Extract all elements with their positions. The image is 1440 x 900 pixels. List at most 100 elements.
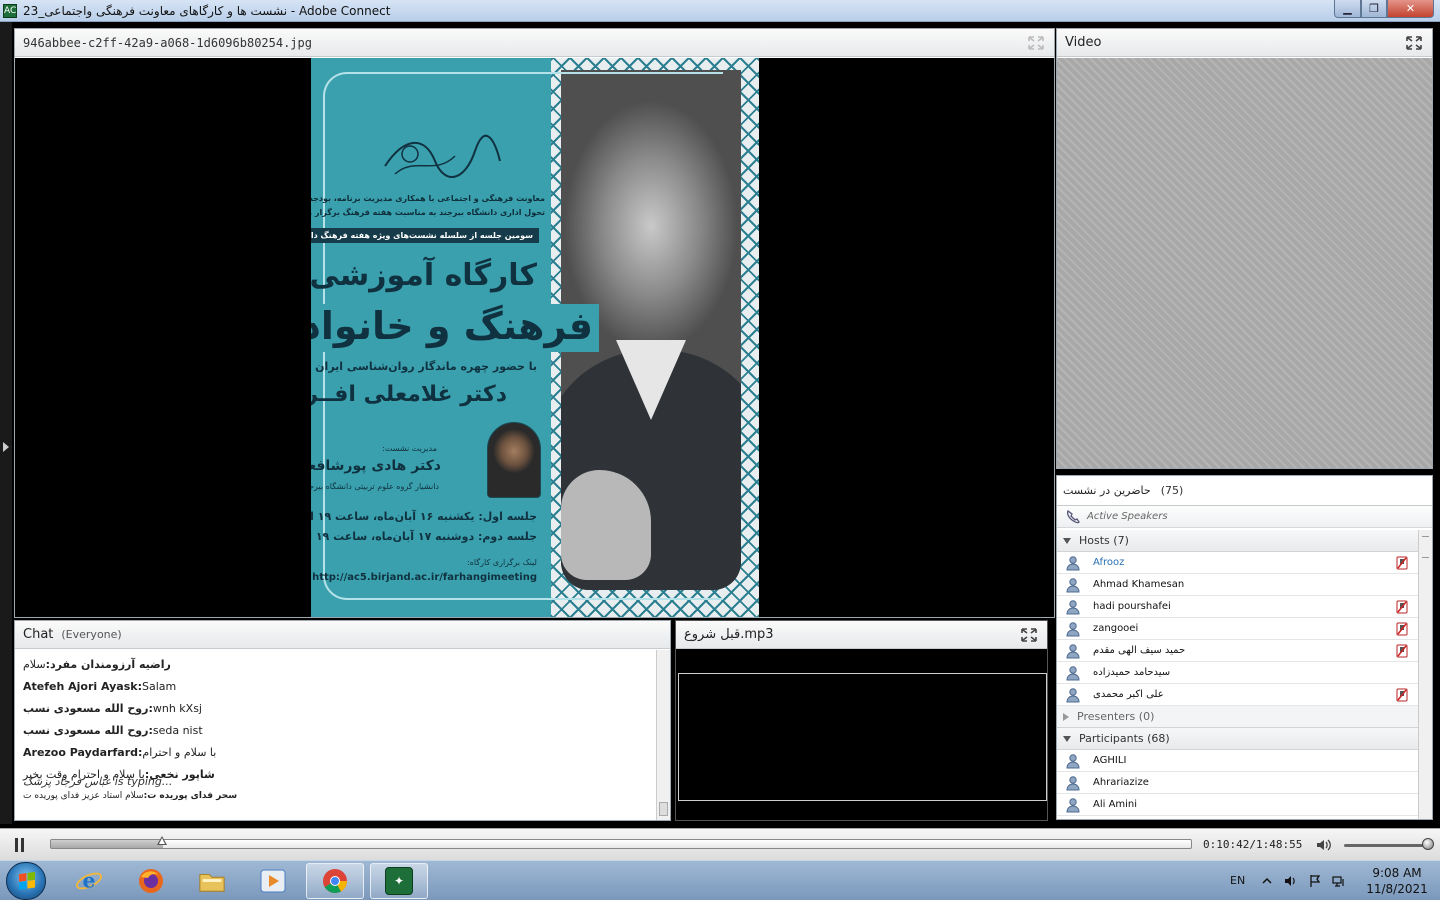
user-icon <box>1065 775 1081 791</box>
user-icon <box>1065 687 1081 703</box>
attendee-row[interactable]: Afrooz <box>1057 552 1418 574</box>
chat-text: با سلام و احترام <box>142 746 217 759</box>
file-explorer-icon <box>198 867 226 895</box>
playback-time: 0:10:42/1:48:55 <box>1203 838 1303 851</box>
attendee-name: Ali Amini <box>1093 799 1138 810</box>
user-icon <box>1065 797 1081 813</box>
attendee-row[interactable]: Ali Amini <box>1057 794 1418 816</box>
microphone-rights-icon[interactable] <box>1396 688 1408 702</box>
group-hosts[interactable]: Hosts (7) <box>1057 530 1418 552</box>
chat-text: سلام <box>23 658 46 671</box>
expand-triangle-icon <box>1063 735 1071 742</box>
microphone-rights-icon[interactable] <box>1396 556 1408 570</box>
chat-message: Arezoo Paydarfard:با سلام و احترام <box>23 742 648 764</box>
attendee-list: Hosts (7) Afrooz Ahmad Khamesan hadi pours… <box>1057 530 1418 816</box>
taskbar-chrome[interactable] <box>306 863 364 899</box>
expand-triangle-icon <box>1063 537 1071 544</box>
taskbar-media-player[interactable] <box>244 863 302 899</box>
attendee-row[interactable]: AGHILI <box>1057 750 1418 772</box>
phone-icon <box>1066 509 1080 523</box>
manager-portrait <box>487 422 541 498</box>
chat-sender: راضیه آرزومندان مفرد: <box>45 658 171 671</box>
attendee-name: Afrooz <box>1093 557 1125 568</box>
playback-progress-bar[interactable] <box>50 839 1192 849</box>
mp3-pod: قبل شروع.mp3 <box>675 620 1048 821</box>
pause-button[interactable] <box>14 838 26 852</box>
user-icon <box>1065 577 1081 593</box>
video-area <box>1057 58 1432 468</box>
expand-panel-arrow-icon[interactable] <box>3 442 9 452</box>
windows-logo-icon <box>19 871 35 891</box>
poster-series-label: سومین جلسه از سلسله نشست‌های ویژه هفته ف… <box>311 228 539 243</box>
volume-slider[interactable] <box>1344 844 1430 847</box>
system-clock[interactable]: 9:08 AM 11/8/2021 <box>1362 865 1432 897</box>
group-hosts-label: Hosts (7) <box>1079 534 1129 547</box>
volume-icon[interactable] <box>1315 837 1333 853</box>
chat-audience[interactable]: (Everyone) <box>61 628 121 641</box>
volume-slider-handle[interactable] <box>1422 838 1434 850</box>
microphone-rights-icon[interactable] <box>1396 644 1408 658</box>
poster-manager-label: مدیریت نشست: <box>382 444 437 453</box>
attendee-name: hadi pourshafei <box>1093 601 1171 612</box>
video-pod-title: Video <box>1065 35 1102 50</box>
group-participants[interactable]: Participants (68) <box>1057 728 1418 750</box>
share-pod-header: 946abbee-c2ff-42a9-a068-1d6096b80254.jpg <box>15 29 1054 57</box>
chat-message: روح الله مسعودی نسب:wnh kXsj <box>23 698 648 720</box>
chat-scrollbar[interactable] <box>656 650 670 820</box>
attendee-name: حمید سیف الهی مقدم <box>1093 645 1186 656</box>
microphone-rights-icon[interactable] <box>1396 622 1408 636</box>
group-presenters-label: Presenters (0) <box>1077 710 1155 723</box>
attendee-name: سیدحامد حمیدزاده <box>1093 667 1171 678</box>
chat-sender: سحر فدای پوریده ت: <box>143 791 238 801</box>
poster-title-line2: فرهنگ و خانواده <box>311 304 599 352</box>
user-icon <box>1065 621 1081 637</box>
playback-scrubber-handle[interactable] <box>157 836 168 845</box>
poster-session-2: جلسه دوم: دوشنبه ۱۷ آبان‌ماه، ساعت ۱۹ ال… <box>311 530 537 543</box>
chat-text: seda nist <box>152 724 203 737</box>
attendee-row[interactable]: hadi pourshafei <box>1057 596 1418 618</box>
language-indicator[interactable]: EN <box>1230 871 1245 889</box>
active-speakers-bar: Active Speakers <box>1057 506 1432 528</box>
taskbar-internet-explorer[interactable]: e <box>60 863 118 899</box>
close-button[interactable]: ✕ <box>1387 0 1434 18</box>
poster-link-label: لینک برگزاری کارگاه: <box>467 558 537 567</box>
attendee-row[interactable]: zangooei <box>1057 618 1418 640</box>
attendee-count: (75) <box>1160 484 1184 497</box>
taskbar-adobe-connect[interactable]: ✦ <box>370 863 428 899</box>
share-pod-title: 946abbee-c2ff-42a9-a068-1d6096b80254.jpg <box>23 35 312 50</box>
mp3-pod-title: قبل شروع.mp3 <box>684 627 774 642</box>
group-presenters[interactable]: Presenters (0) <box>1057 706 1418 728</box>
chat-pod-title: Chat <box>23 627 54 642</box>
fullscreen-icon[interactable] <box>1021 628 1037 642</box>
poster-link: http://ac5.birjand.ac.ir/farhangimeeting <box>312 572 537 583</box>
chrome-icon <box>321 867 349 895</box>
attendee-row[interactable]: Ahmad Khamesan <box>1057 574 1418 596</box>
attendee-row[interactable]: علی اکبر محمدی <box>1057 684 1418 706</box>
start-button[interactable] <box>6 862 46 900</box>
chat-messages: راضیه آرزومندان مفرد:سلام Atefeh Ajori Ay… <box>15 650 656 820</box>
chat-message: روح الله مسعودی نسب:seda nist <box>23 720 648 742</box>
attendee-row[interactable]: سیدحامد حمیدزاده <box>1057 662 1418 684</box>
windows-taskbar: e ✦ EN 9:08 AM 11/8/2021 <box>0 860 1440 900</box>
taskbar-firefox[interactable] <box>122 863 180 899</box>
fullscreen-icon[interactable] <box>1028 36 1044 50</box>
microphone-rights-icon[interactable] <box>1396 600 1408 614</box>
attendee-name: AGHILI <box>1093 755 1127 766</box>
speaker-icon[interactable] <box>1284 874 1298 888</box>
taskbar-file-explorer[interactable] <box>183 863 241 899</box>
poster-intro: معاونت فرهنگی و اجتماعی با همکاری مدیریت… <box>311 194 545 217</box>
mp3-pod-header: قبل شروع.mp3 <box>676 621 1047 649</box>
poster-session-1: جلسه اول: یکشنبه ۱۶ آبان‌ماه، ساعت ۱۹ ال… <box>311 510 537 523</box>
maximize-button[interactable]: ❐ <box>1361 0 1387 18</box>
attendee-row[interactable]: حمید سیف الهی مقدم <box>1057 640 1418 662</box>
minimize-button[interactable]: ▁ <box>1334 0 1361 18</box>
university-calligraphy-logo <box>384 134 501 178</box>
attendee-row[interactable]: Ahrariazize <box>1057 772 1418 794</box>
network-icon[interactable] <box>1332 874 1346 888</box>
action-center-flag-icon[interactable] <box>1308 874 1322 888</box>
show-hidden-icons-icon[interactable] <box>1260 874 1274 888</box>
workshop-poster-image: معاونت فرهنگی و اجتماعی با همکاری مدیریت… <box>311 58 759 617</box>
attendee-scrollbar[interactable] <box>1418 530 1432 819</box>
fullscreen-icon[interactable] <box>1406 36 1422 50</box>
chat-sender: Arezoo Paydarfard: <box>23 746 143 759</box>
